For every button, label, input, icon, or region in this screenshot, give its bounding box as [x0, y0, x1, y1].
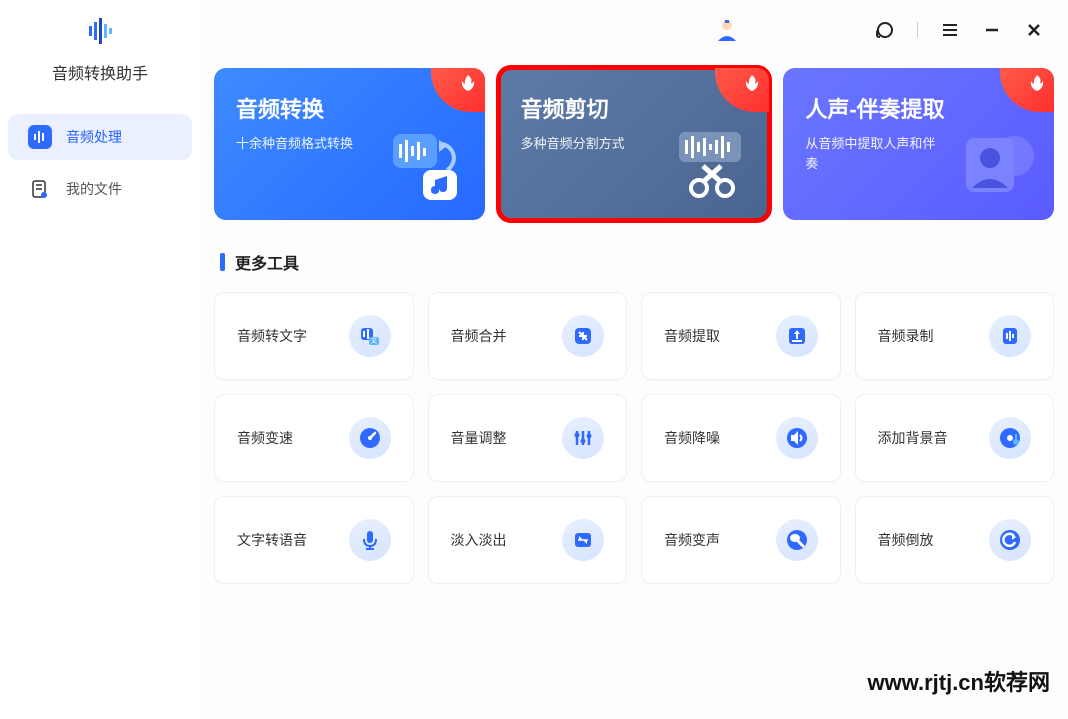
watermark: www.rjtj.cn软荐网: [867, 665, 1050, 697]
denoise-icon: [776, 417, 818, 459]
voice-change-icon: [776, 519, 818, 561]
feature-card-voice-extract[interactable]: 人声-伴奏提取 从音频中提取人声和伴奏: [783, 68, 1054, 220]
sidebar-item-label: 我的文件: [66, 179, 122, 199]
app-title: 音频转换助手: [52, 60, 148, 84]
tool-audio-to-text[interactable]: 音频转文字 文: [214, 292, 414, 380]
tool-speed[interactable]: 音频变速: [214, 394, 414, 482]
topbar: [214, 10, 1054, 50]
tool-voice-change[interactable]: 音频变声: [641, 496, 841, 584]
bgm-icon: [989, 417, 1031, 459]
tool-label: 音频录制: [878, 326, 934, 346]
feature-cards: 音频转换 十余种音频格式转换 音频剪切 多种音频分割方: [214, 68, 1054, 220]
tool-grid: 音频转文字 文 音频合并 音频提取 音频录制 音频变速 音量调整: [214, 292, 1054, 584]
main: 音频转换 十余种音频格式转换 音频剪切 多种音频分割方: [200, 0, 1068, 719]
tool-fade[interactable]: 淡入淡出: [428, 496, 628, 584]
tool-label: 淡入淡出: [451, 530, 507, 550]
feature-title: 人声-伴奏提取: [805, 92, 1032, 124]
record-icon: [989, 315, 1031, 357]
sidebar-item-my-files[interactable]: 我的文件: [8, 166, 192, 212]
feature-card-convert[interactable]: 音频转换 十余种音频格式转换: [214, 68, 485, 220]
section-header: 更多工具: [220, 250, 1054, 274]
tool-tts[interactable]: 文字转语音: [214, 496, 414, 584]
tool-extract[interactable]: 音频提取: [641, 292, 841, 380]
tool-label: 音频合并: [451, 326, 507, 346]
speed-icon: [349, 417, 391, 459]
app-logo-icon: [85, 16, 115, 46]
fade-icon: [562, 519, 604, 561]
separator: [917, 22, 918, 38]
feature-card-cut[interactable]: 音频剪切 多种音频分割方式: [499, 68, 770, 220]
volume-icon: [562, 417, 604, 459]
tool-record[interactable]: 音频录制: [855, 292, 1055, 380]
tool-label: 添加背景音: [878, 428, 948, 448]
audio-process-icon: [28, 125, 52, 149]
section-bar-icon: [220, 253, 225, 271]
tool-label: 音频降噪: [664, 428, 720, 448]
tool-reverse[interactable]: 音频倒放: [855, 496, 1055, 584]
sidebar-item-audio-process[interactable]: 音频处理: [8, 114, 192, 160]
voice-extract-icon: [958, 126, 1036, 204]
tool-label: 音频提取: [664, 326, 720, 346]
tool-label: 音频变速: [237, 428, 293, 448]
sidebar: 音频转换助手 音频处理 我的文件: [0, 0, 200, 719]
svg-text:文: 文: [370, 337, 376, 345]
tool-merge[interactable]: 音频合并: [428, 292, 628, 380]
cut-icon: [673, 126, 751, 204]
minimize-icon[interactable]: [982, 20, 1002, 40]
sidebar-item-label: 音频处理: [66, 127, 122, 147]
avatar-icon[interactable]: [714, 17, 740, 43]
tts-icon: [349, 519, 391, 561]
feature-desc: 从音频中提取人声和伴奏: [805, 134, 945, 173]
tool-label: 文字转语音: [237, 530, 307, 550]
feature-desc: 十余种音频格式转换: [236, 134, 376, 154]
extract-icon: [776, 315, 818, 357]
convert-icon: [389, 126, 467, 204]
tool-label: 音频倒放: [878, 530, 934, 550]
feature-title: 音频剪切: [521, 92, 748, 124]
logo: 音频转换助手: [52, 16, 148, 84]
menu-icon[interactable]: [940, 20, 960, 40]
my-files-icon: [28, 177, 52, 201]
tool-volume[interactable]: 音量调整: [428, 394, 628, 482]
close-icon[interactable]: [1024, 20, 1044, 40]
feature-desc: 多种音频分割方式: [521, 134, 661, 154]
tool-label: 音频转文字: [237, 326, 307, 346]
audio-to-text-icon: 文: [349, 315, 391, 357]
tool-bgm[interactable]: 添加背景音: [855, 394, 1055, 482]
tool-label: 音频变声: [664, 530, 720, 550]
support-icon[interactable]: [875, 20, 895, 40]
merge-icon: [562, 315, 604, 357]
nav: 音频处理 我的文件: [0, 114, 200, 218]
tool-label: 音量调整: [451, 428, 507, 448]
section-title: 更多工具: [235, 250, 299, 274]
feature-title: 音频转换: [236, 92, 463, 124]
tool-denoise[interactable]: 音频降噪: [641, 394, 841, 482]
reverse-icon: [989, 519, 1031, 561]
